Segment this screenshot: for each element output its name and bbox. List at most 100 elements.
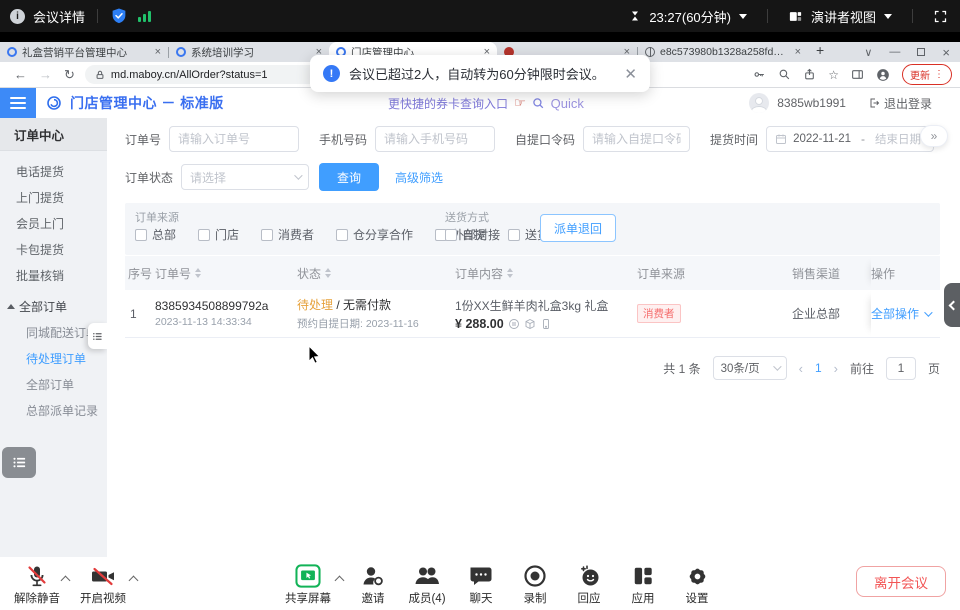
tool-label: 设置 (668, 590, 726, 606)
tab-close-icon[interactable]: × (155, 46, 161, 58)
phone-icon[interactable] (540, 318, 552, 330)
phone-input[interactable] (375, 126, 495, 152)
side-panel-icon[interactable] (851, 68, 864, 81)
checkbox-icon (198, 229, 210, 241)
unmute-button[interactable]: 解除静音 (8, 563, 66, 606)
tool-label: 成员(4) (398, 590, 456, 606)
start-video-button[interactable]: 开启视频 (74, 563, 132, 606)
prev-page-icon[interactable]: ‹ (799, 361, 803, 376)
next-page-icon[interactable]: › (834, 361, 838, 376)
sidebar-item-card-pickup[interactable]: 卡包提货 (0, 236, 107, 262)
col-order-no[interactable]: 订单号 (155, 265, 297, 282)
info-icon: ! (323, 65, 340, 82)
new-tab-button[interactable]: + (808, 42, 832, 62)
sidebar-section-order-center[interactable]: 订单中心 (0, 118, 107, 151)
sidebar-item-door-pickup[interactable]: 上门提货 (0, 184, 107, 210)
chrome-update-button[interactable]: 更新 ⋮ (902, 64, 952, 85)
menu-dots-icon[interactable]: ⋮ (934, 69, 944, 80)
page-size-select[interactable]: 30条/页 (713, 356, 787, 380)
row-action-dropdown[interactable]: 全部操作 (871, 290, 940, 337)
goto-page-input[interactable] (886, 357, 916, 380)
browser-tab-2[interactable]: 系统培训学习 × (169, 42, 329, 62)
order-no-input[interactable] (169, 126, 299, 152)
dispatch-return-button[interactable]: 派单退回 (540, 214, 616, 242)
user-avatar[interactable] (749, 93, 769, 113)
back-icon[interactable]: ← (14, 67, 27, 82)
zoom-icon[interactable] (778, 68, 791, 81)
sort-icon[interactable] (195, 268, 201, 278)
network-signal-icon[interactable] (138, 10, 151, 22)
profile-avatar-icon[interactable] (876, 68, 890, 82)
share-screen-button[interactable]: 共享屏幕 (279, 563, 337, 606)
sidebar-sub-pending-orders[interactable]: 待处理订单 (0, 345, 107, 371)
browser-tab-5[interactable]: e8c573980b1328a258fd2e6l8 × (638, 42, 808, 62)
apps-button[interactable]: 应用 (614, 563, 672, 606)
quick-search-icon[interactable] (532, 97, 545, 110)
chat-button[interactable]: 聊天 (452, 563, 510, 606)
current-page[interactable]: 1 (815, 361, 822, 375)
invite-button[interactable]: 邀请 (344, 563, 402, 606)
col-status[interactable]: 状态 (297, 265, 455, 282)
pagination: 共 1 条 30条/页 ‹ 1 › 前往 页 (663, 356, 940, 380)
view-mode-button[interactable]: 演讲者视图 (811, 7, 876, 26)
checkbox-source-store[interactable]: 门店 (198, 226, 239, 243)
sidebar-item-member-visit[interactable]: 会员上门 (0, 210, 107, 236)
promo-link[interactable]: 更快捷的券卡查询入口 (388, 95, 508, 112)
tab-close-icon[interactable]: × (795, 46, 801, 58)
tab-search-icon[interactable]: ∨ (864, 46, 872, 59)
checkbox-label: 门店 (215, 226, 239, 243)
order-status-select[interactable]: 请选择 (181, 164, 309, 190)
username: 8385wb1991 (777, 96, 846, 110)
password-key-icon[interactable] (753, 68, 766, 81)
timer-dropdown-icon[interactable] (739, 14, 747, 19)
reactions-button[interactable]: 回应 (560, 563, 618, 606)
settings-button[interactable]: 设置 (668, 563, 726, 606)
sidebar-group-all-orders[interactable]: 全部订单 (0, 293, 107, 319)
window-close-icon[interactable]: × (942, 45, 950, 60)
col-content[interactable]: 订单内容 (455, 265, 637, 282)
security-shield-icon[interactable] (110, 7, 128, 25)
receipt-icon[interactable] (508, 318, 520, 330)
sidebar-sub-hq-dispatch-log[interactable]: 总部派单记录 (0, 397, 107, 423)
tool-label: 聊天 (452, 590, 510, 606)
browser-tab-1[interactable]: 礼盒营销平台管理中心 × (0, 42, 168, 62)
package-box-icon[interactable] (524, 318, 536, 330)
side-panel-handle[interactable] (944, 283, 960, 327)
share-icon[interactable] (803, 68, 816, 81)
hamburger-menu-button[interactable] (0, 88, 36, 118)
checkbox-delivery-selfpickup[interactable]: 自提 (445, 226, 486, 243)
meeting-details-button[interactable]: 会议详情 (33, 7, 85, 26)
toast-close-icon[interactable]: ✕ (624, 65, 637, 83)
advanced-filter-link[interactable]: 高级筛选 (395, 169, 443, 186)
sidebar-sub-all-orders[interactable]: 全部订单 (0, 371, 107, 397)
logout-button[interactable]: 退出登录 (868, 95, 932, 112)
tool-label: 开启视频 (74, 590, 132, 606)
window-minimize-icon[interactable]: — (889, 46, 900, 58)
record-button[interactable]: 录制 (506, 563, 564, 606)
sidebar-item-batch-verify[interactable]: 批量核销 (0, 262, 107, 288)
window-maximize-icon[interactable] (917, 48, 925, 56)
col-index: 序号 (125, 265, 155, 282)
forward-icon[interactable]: → (39, 67, 52, 82)
quick-link[interactable]: Quick (551, 96, 584, 111)
pickup-code-input[interactable] (583, 126, 690, 152)
date-range-picker[interactable]: 2022-11-21 - 结束日期 (766, 126, 934, 152)
members-button[interactable]: 成员(4) (398, 563, 456, 606)
floating-list-button[interactable] (2, 447, 36, 478)
sort-icon[interactable] (507, 268, 513, 278)
sidebar-collapse-handle[interactable] (88, 323, 107, 349)
bookmark-star-icon[interactable]: ☆ (828, 68, 839, 82)
sidebar-item-phone-pickup[interactable]: 电话提货 (0, 158, 107, 184)
sort-icon[interactable] (325, 268, 331, 278)
fullscreen-icon[interactable] (933, 9, 948, 24)
checkbox-source-warehouse-share[interactable]: 仓分享合作 (336, 226, 413, 243)
leave-meeting-button[interactable]: 离开会议 (856, 566, 946, 597)
date-start-value: 2022-11-21 (793, 133, 851, 145)
refresh-icon[interactable]: ↻ (64, 67, 75, 83)
checkbox-source-consumer[interactable]: 消费者 (261, 226, 314, 243)
filter-collapse-button[interactable]: » (920, 125, 948, 147)
view-dropdown-icon[interactable] (884, 14, 892, 19)
search-button[interactable]: 查询 (319, 163, 379, 191)
info-icon[interactable]: i (10, 9, 25, 24)
checkbox-source-hq[interactable]: 总部 (135, 226, 176, 243)
